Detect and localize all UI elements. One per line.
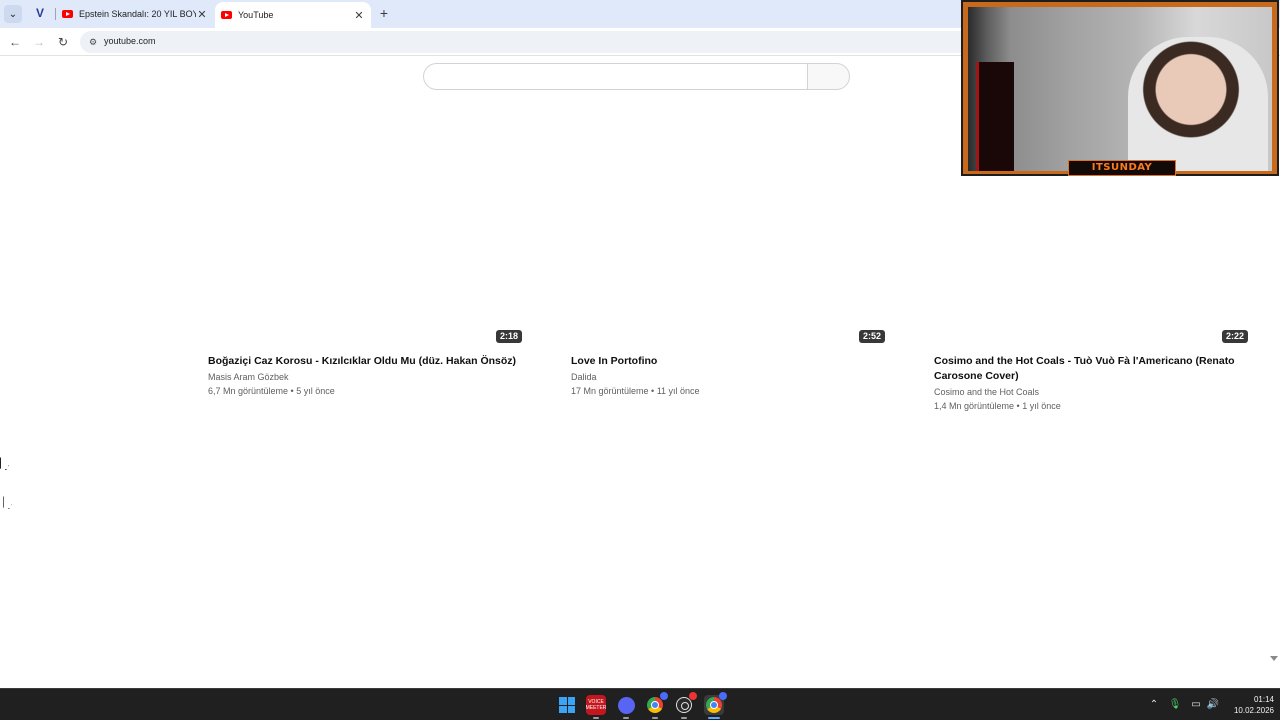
tab-title: Epstein Skandalı: 20 YIL BOYUN <box>79 9 196 19</box>
running-indicator <box>652 717 658 719</box>
pinned-app-icon[interactable]: V <box>33 6 47 20</box>
address-bar[interactable]: ⚙ youtube.com <box>80 31 980 53</box>
chrome-active-taskbar-icon[interactable] <box>704 692 727 719</box>
chrome-logo-icon <box>676 697 692 713</box>
profile-badge-icon <box>719 692 727 700</box>
video-duration: 2:52 <box>858 330 885 343</box>
video-channel[interactable]: Dalida <box>561 370 891 384</box>
chrome-taskbar-icon[interactable] <box>645 692 668 719</box>
video-thumbnail[interactable]: 2:18 <box>198 167 528 345</box>
active-indicator <box>708 717 720 719</box>
chrome-logo-icon <box>706 697 722 713</box>
video-card[interactable]: 2:22 Cosimo and the Hot Coals - Tuò Vuò … <box>924 167 1254 414</box>
mouse-cursor-icon <box>3 496 12 509</box>
show-hidden-icons-chevron-up-icon[interactable]: ⌃ <box>1147 696 1161 714</box>
tab-title: YouTube <box>238 10 274 20</box>
video-thumbnail[interactable]: 2:22 <box>924 167 1254 345</box>
profile-badge-icon <box>660 692 668 700</box>
clock-time: 01:14 <box>1253 695 1274 704</box>
chrome-logo-icon <box>647 697 663 713</box>
tab-search-menu-button[interactable]: ⌄ <box>4 5 22 23</box>
chevron-down-icon: ⌄ <box>8 8 18 20</box>
network-icon[interactable]: ▭ <box>1189 696 1203 714</box>
new-tab-button[interactable]: + <box>378 5 390 21</box>
video-card[interactable]: 2:18 Boğaziçi Caz Korosu - Kızılcıklar O… <box>198 167 528 399</box>
youtube-favicon-icon <box>221 11 232 19</box>
discord-taskbar-icon[interactable] <box>616 695 636 719</box>
mouse-cursor-icon <box>0 457 9 470</box>
streamer <box>1128 37 1268 171</box>
video-thumbnail[interactable]: 2:52 <box>561 167 891 345</box>
clock-date: 10.02.2026 <box>1233 706 1274 715</box>
tab-youtube[interactable]: YouTube ✕ <box>215 2 371 28</box>
forward-arrow-icon[interactable]: → <box>30 33 48 51</box>
youtube-search-button[interactable] <box>807 63 850 90</box>
scroll-down-arrow-icon[interactable] <box>1270 656 1278 661</box>
running-indicator <box>681 717 687 719</box>
tab-close-icon[interactable]: ✕ <box>353 9 365 22</box>
video-duration: 2:22 <box>1221 330 1248 343</box>
running-indicator <box>623 717 629 719</box>
reload-icon[interactable]: ↻ <box>54 33 72 51</box>
video-meta: 1,4 Mn görüntüleme • 1 yıl önce <box>934 401 1061 411</box>
youtube-search-input[interactable] <box>423 63 808 90</box>
video-title[interactable]: Boğaziçi Caz Korosu - Kızılcıklar Oldu M… <box>198 354 528 369</box>
voicemeeter-taskbar-icon[interactable]: VOICE MEETER <box>585 695 607 719</box>
video-title[interactable]: Cosimo and the Hot Coals - Tuò Vuò Fà l'… <box>924 354 1254 384</box>
video-meta: 6,7 Mn görüntüleme • 5 yıl önce <box>208 386 335 396</box>
video-meta: 17 Mn görüntüleme • 11 yıl önce <box>571 386 700 396</box>
start-button[interactable] <box>557 695 577 715</box>
microphone-icon[interactable]: 🎙 <box>1168 696 1182 714</box>
video-card[interactable]: 2:52 Love In Portofino Dalida 17 Mn görü… <box>561 167 891 399</box>
running-indicator <box>593 717 599 719</box>
pc-case <box>976 62 1014 171</box>
video-channel[interactable]: Cosimo and the Hot Coals <box>924 385 1254 399</box>
notification-badge-icon <box>689 692 697 700</box>
webcam-feed <box>968 7 1272 171</box>
site-settings-icon[interactable]: ⚙ <box>86 35 100 49</box>
video-title[interactable]: Love In Portofino <box>561 354 891 369</box>
voicemeeter-label: VOICE MEETER <box>585 699 607 711</box>
webcam-overlay: ITSUNDAY <box>961 0 1279 176</box>
tab-epstein[interactable]: Epstein Skandalı: 20 YIL BOYUN ✕ <box>56 3 214 25</box>
streamer-name-banner: ITSUNDAY <box>1068 160 1176 176</box>
url-text[interactable]: youtube.com <box>104 36 156 46</box>
system-clock[interactable]: 01:14 10.02.2026 <box>1222 694 1274 716</box>
back-arrow-icon[interactable]: ← <box>6 33 24 51</box>
chrome-profile-taskbar-icon[interactable] <box>674 692 697 719</box>
youtube-favicon-icon <box>62 10 73 18</box>
video-duration: 2:18 <box>495 330 522 343</box>
discord-logo-icon <box>617 696 635 714</box>
tab-close-icon[interactable]: ✕ <box>196 8 208 21</box>
windows-logo-icon <box>559 697 575 713</box>
video-channel[interactable]: Masis Aram Gözbek <box>198 370 528 384</box>
volume-icon[interactable]: 🔊 <box>1206 696 1220 714</box>
windows-taskbar: VOICE MEETER ⌃ 🎙 ▭ 🔊 01:14 10.02.2026 <box>0 688 1280 720</box>
